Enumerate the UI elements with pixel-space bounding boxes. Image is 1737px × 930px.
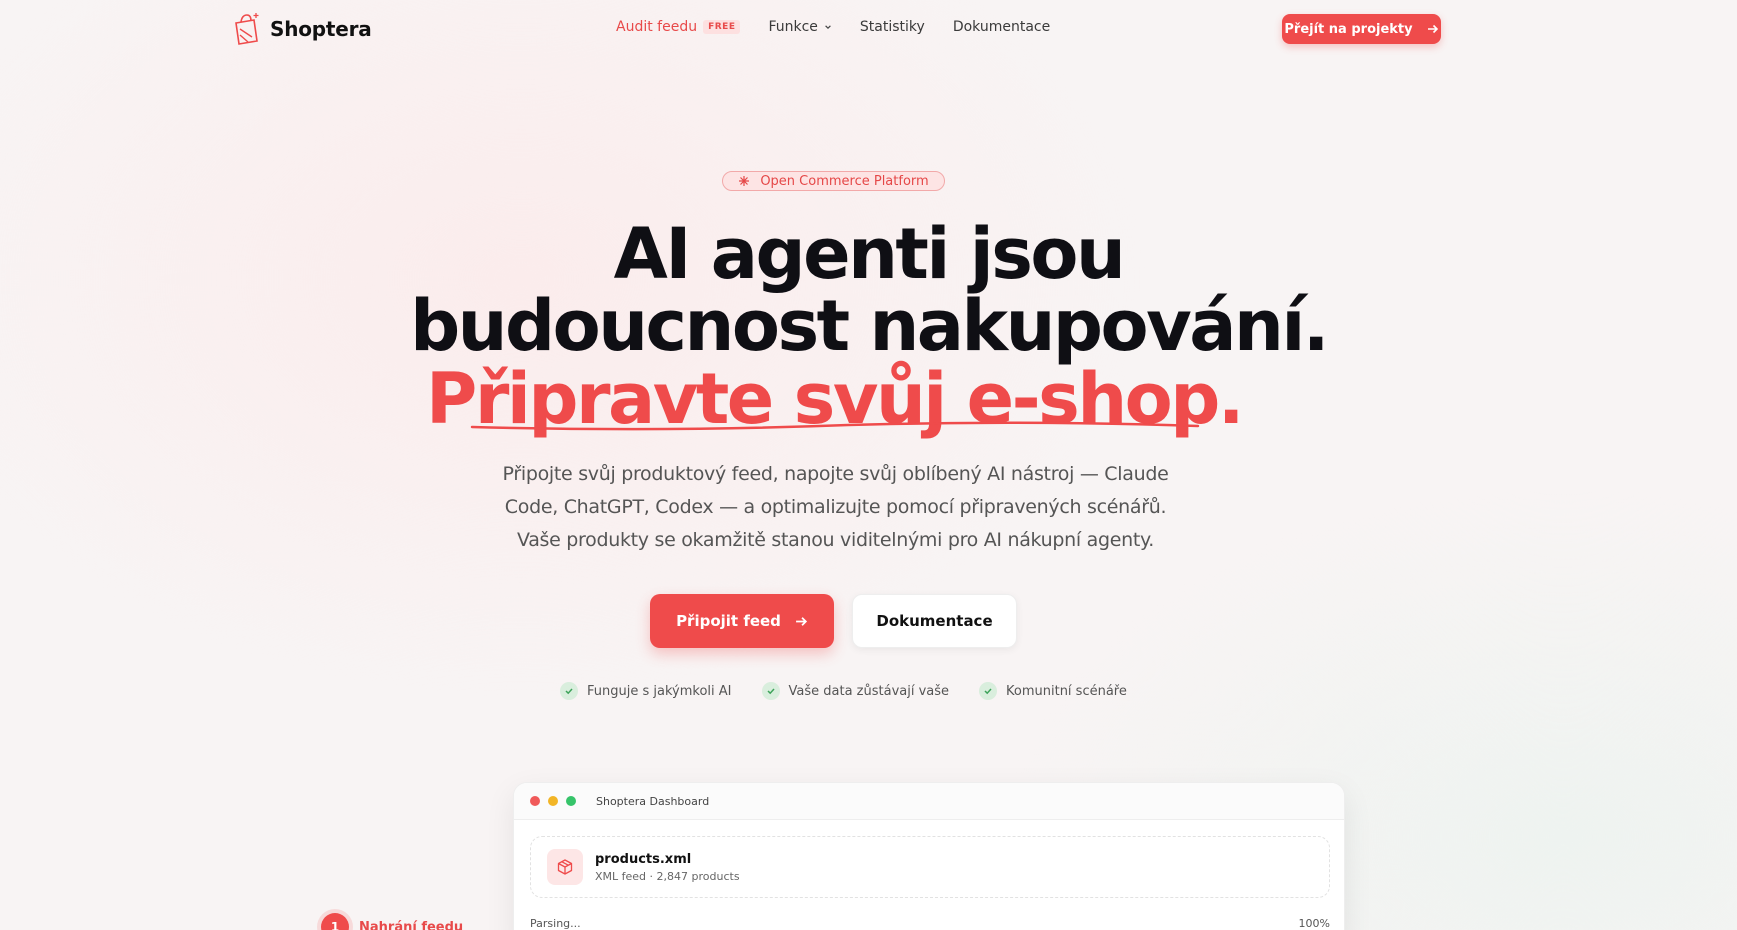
feature-check-label: Vaše data zůstávají vaše <box>788 683 950 699</box>
button-label: Přejít na projekty <box>1284 21 1413 37</box>
close-dot-icon <box>530 796 540 806</box>
package-icon <box>547 849 583 885</box>
nav-item-audit[interactable]: Audit feedu FREE <box>616 19 741 35</box>
nav-item-label: Statistiky <box>859 19 925 35</box>
check-icon <box>979 682 998 700</box>
hero-description-line: Připojte svůj produktový feed, napojte s… <box>502 463 1169 485</box>
nav-item-label: Funkce <box>768 19 818 35</box>
file-name: products.xml <box>595 851 692 867</box>
sparkle-icon <box>739 176 750 186</box>
window-title: Shoptera Dashboard <box>596 794 710 808</box>
hero-description-line: Code, ChatGPT, Codex — a optimalizujte p… <box>504 496 1167 518</box>
maximize-dot-icon <box>566 796 576 806</box>
arrow-right-icon <box>796 616 807 626</box>
progress-percent: 100% <box>1298 917 1330 930</box>
nav-item-label: Audit feedu <box>616 19 698 35</box>
hero-title-line-2: budoucnost nakupování. <box>410 285 1329 367</box>
nav-links: Audit feedu FREE Funkce Statistiky Dokum… <box>616 19 1078 35</box>
window-titlebar: Shoptera Dashboard <box>514 783 1344 820</box>
hero-title-line-1: AI agenti jsou <box>613 213 1126 295</box>
shopping-bag-icon <box>235 13 259 45</box>
go-to-projects-button[interactable]: Přejít na projekty <box>1282 14 1441 44</box>
check-icon <box>560 682 578 700</box>
connect-feed-button[interactable]: Připojit feed <box>650 594 834 648</box>
documentation-button[interactable]: Dokumentace <box>852 594 1017 648</box>
hand-drawn-underline <box>470 421 1200 431</box>
step-number: 1 <box>321 913 349 930</box>
nav-item-dokumentace[interactable]: Dokumentace <box>953 19 1050 35</box>
brand-name: Shoptera <box>270 17 372 41</box>
free-badge: FREE <box>703 20 741 34</box>
minimize-dot-icon <box>548 796 558 806</box>
feature-check-item: Komunitní scénáře <box>979 682 1127 700</box>
hero-description: Připojte svůj produktový feed, napojte s… <box>468 458 1203 557</box>
button-label: Dokumentace <box>876 612 993 630</box>
feature-check-label: Funguje s jakýmkoli AI <box>587 683 732 699</box>
feature-checks: Funguje s jakýmkoli AI Vaše data zůstáva… <box>560 682 1127 700</box>
pill-label: Open Commerce Platform <box>760 173 929 189</box>
feature-check-item: Vaše data zůstávají vaše <box>761 682 950 700</box>
step-indicator: 1 Nahrání feedu <box>321 913 463 930</box>
button-label: Připojit feed <box>676 612 781 630</box>
feature-check-item: Funguje s jakýmkoli AI <box>560 682 732 700</box>
platform-pill: Open Commerce Platform <box>722 171 945 191</box>
arrow-right-icon <box>1427 24 1438 34</box>
brand-logo[interactable]: Shoptera <box>232 11 372 47</box>
uploaded-file-card: products.xml XML feed · 2,847 products <box>530 836 1330 898</box>
hero-description-line: Vaše produkty se okamžitě stanou viditel… <box>516 529 1155 551</box>
dashboard-preview: Shoptera Dashboard products.xml XML feed… <box>513 782 1345 930</box>
check-icon <box>761 682 780 700</box>
nav-item-statistiky[interactable]: Statistiky <box>860 19 925 35</box>
step-label: Nahrání feedu <box>359 919 464 930</box>
feature-check-label: Komunitní scénáře <box>1006 683 1127 699</box>
hero-title: AI agenti jsou budoucnost nakupování. <box>0 218 1737 362</box>
file-meta: XML feed · 2,847 products <box>595 869 740 883</box>
nav-item-label: Dokumentace <box>952 19 1051 35</box>
chevron-down-icon <box>825 25 831 30</box>
nav-item-funkce[interactable]: Funkce <box>768 19 831 35</box>
top-navigation: Shoptera Audit feedu FREE Funkce Statist… <box>0 0 1737 58</box>
status-label: Parsing... <box>530 917 581 930</box>
parsing-status: Parsing... 100% <box>530 917 1330 930</box>
